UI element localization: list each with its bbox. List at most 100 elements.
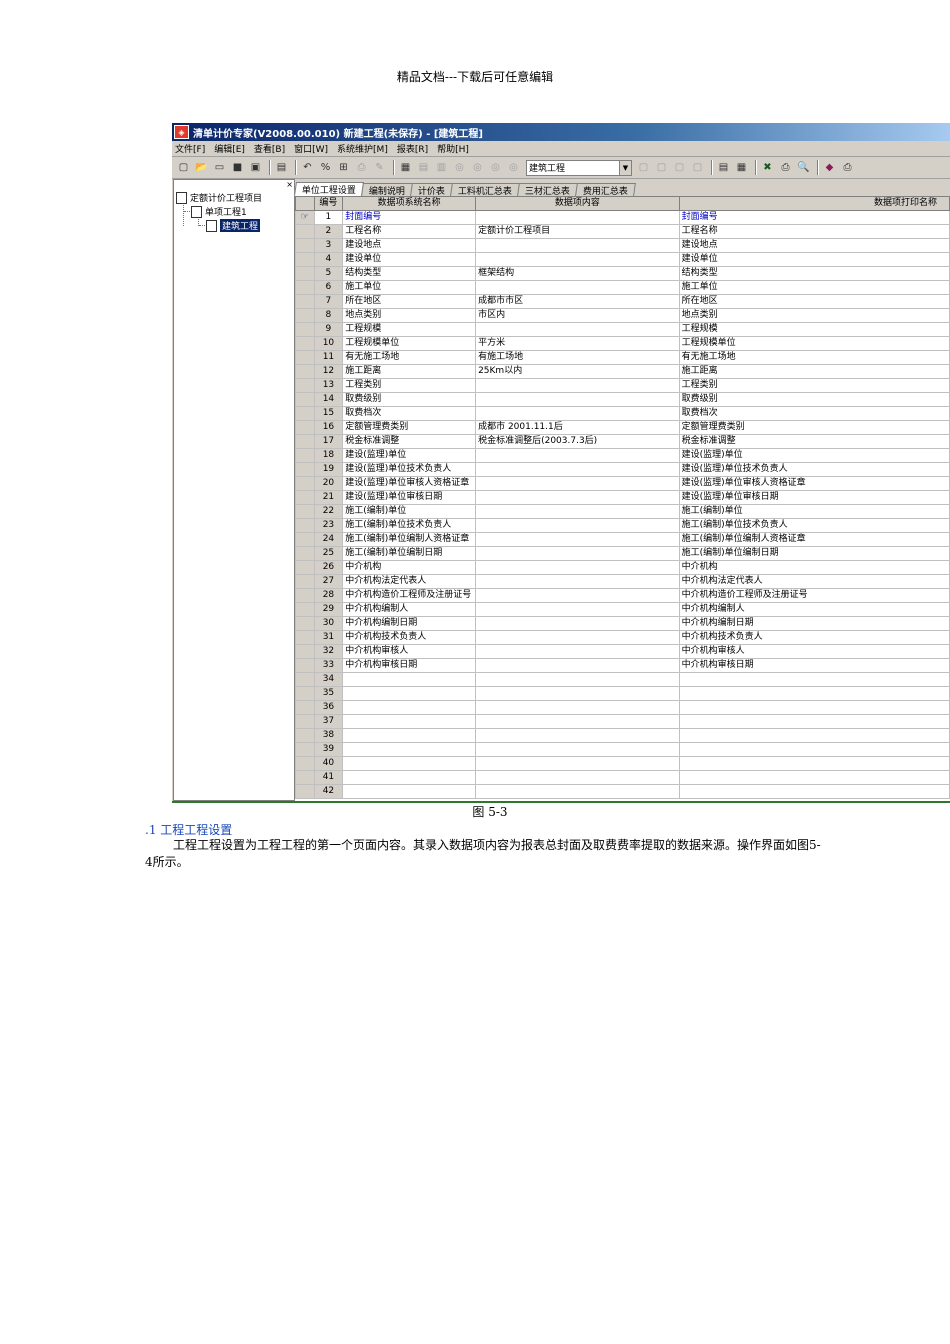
menu-file[interactable]: 文件[F]	[175, 142, 205, 155]
tab-three-materials-summary[interactable]: 三材汇总表	[517, 183, 578, 197]
table-row[interactable]: 30 中介机构编制日期 中介机构编制日期	[295, 616, 950, 631]
content-cell[interactable]	[475, 532, 680, 547]
table-row[interactable]: 40	[295, 756, 950, 771]
table-row[interactable]: 11 有无施工场地 有施工场地 有无施工场地	[295, 350, 950, 365]
chevron-down-icon[interactable]: ▼	[619, 160, 631, 175]
table-row[interactable]: 38	[295, 728, 950, 743]
content-cell[interactable]: 25Km以内	[475, 364, 680, 379]
excel-icon[interactable]: ✖	[760, 160, 775, 175]
content-cell[interactable]	[475, 616, 680, 631]
menu-edit[interactable]: 编辑[E]	[214, 142, 245, 155]
circle-icon-2[interactable]: ◎	[470, 160, 485, 175]
table-row[interactable]: 15 取费档次 取费档次	[295, 406, 950, 421]
table-row[interactable]: 31 中介机构技术负责人 中介机构技术负责人	[295, 630, 950, 645]
table-row[interactable]: 27 中介机构法定代表人 中介机构法定代表人	[295, 574, 950, 589]
tab-cost-summary[interactable]: 费用汇总表	[575, 183, 637, 197]
table-row[interactable]: 35	[295, 686, 950, 701]
percent-icon[interactable]: %	[318, 160, 333, 175]
table-row[interactable]: 33 中介机构审核日期 中介机构审核日期	[295, 658, 950, 673]
table-row[interactable]: 22 施工(编制)单位 施工(编制)单位	[295, 504, 950, 519]
tab-compile-notes[interactable]: 编制说明	[361, 183, 413, 197]
table-row[interactable]: 8 地点类别 市区内 地点类别	[295, 308, 950, 323]
print-icon[interactable]: ⎙	[778, 160, 793, 175]
table-row[interactable]: 7 所在地区 成都市市区 所在地区	[295, 294, 950, 309]
tree-node-child[interactable]: 单项工程1	[191, 205, 247, 218]
grid-header-print-name[interactable]: 数据项打印名称	[678, 196, 950, 211]
content-cell[interactable]	[475, 518, 680, 533]
table-row[interactable]: 12 施工距离 25Km以内 施工距离	[295, 364, 950, 379]
content-cell[interactable]	[475, 322, 680, 337]
table-icon-2[interactable]: ▥	[434, 160, 449, 175]
content-cell[interactable]	[475, 378, 680, 393]
content-cell[interactable]: 税金标准调整后(2003.7.3后)	[475, 434, 680, 449]
table-row[interactable]: 16 定额管理费类别 成都市 2001.11.1后 定额管理费类别	[295, 420, 950, 435]
content-cell[interactable]	[475, 602, 680, 617]
export-icon[interactable]: ▣	[248, 160, 263, 175]
box-icon[interactable]: ▢	[636, 160, 651, 175]
book-icon[interactable]: ◆	[822, 160, 837, 175]
content-cell[interactable]: 成都市 2001.11.1后	[475, 420, 680, 435]
table-row[interactable]: 32 中介机构审核人 中介机构审核人	[295, 644, 950, 659]
content-cell[interactable]	[475, 546, 680, 561]
content-cell[interactable]	[475, 406, 680, 421]
table-row[interactable]: 24 施工(编制)单位编制人资格证章 施工(编制)单位编制人资格证章	[295, 532, 950, 547]
save-icon[interactable]: ■	[230, 160, 245, 175]
content-cell[interactable]	[475, 686, 680, 701]
content-cell[interactable]: 框架结构	[475, 266, 680, 281]
content-cell[interactable]	[475, 728, 680, 743]
content-cell[interactable]	[475, 280, 680, 295]
table-row[interactable]: 9 工程规模 工程规模	[295, 322, 950, 337]
content-cell[interactable]	[475, 504, 680, 519]
close-icon[interactable]: ×	[286, 180, 293, 189]
table-row[interactable]: 3 建设地点 建设地点	[295, 238, 950, 253]
tree-icon[interactable]: ⊞	[336, 160, 351, 175]
tab-unit-settings[interactable]: 单位工程设置	[294, 182, 364, 196]
content-cell[interactable]: 市区内	[475, 308, 680, 323]
printer-icon[interactable]: ⎙	[840, 160, 855, 175]
table-row[interactable]: 25 施工(编制)单位编制日期 施工(编制)单位编制日期	[295, 546, 950, 561]
content-cell[interactable]	[475, 770, 680, 785]
content-cell[interactable]	[475, 658, 680, 673]
table-row[interactable]: 17 税金标准调整 税金标准调整后(2003.7.3后) 税金标准调整	[295, 434, 950, 449]
content-cell[interactable]	[475, 448, 680, 463]
grid-header-content[interactable]: 数据项内容	[475, 196, 680, 211]
circle-icon[interactable]: ◎	[452, 160, 467, 175]
table-row[interactable]: 18 建设(监理)单位 建设(监理)单位	[295, 448, 950, 463]
folder-icon[interactable]: ▭	[212, 160, 227, 175]
table-row[interactable]: 37	[295, 714, 950, 729]
table-row[interactable]: 2 工程名称 定额计价工程项目 工程名称	[295, 224, 950, 239]
open-folder-icon[interactable]: 📂	[194, 160, 209, 175]
content-cell[interactable]	[475, 742, 680, 757]
calc-icon[interactable]: ▤	[716, 160, 731, 175]
content-cell[interactable]: 有施工场地	[475, 350, 680, 365]
content-cell[interactable]	[475, 784, 680, 799]
menu-help[interactable]: 帮助[H]	[437, 142, 469, 155]
table-row[interactable]: 20 建设(监理)单位审核人资格证章 建设(监理)单位审核人资格证章	[295, 476, 950, 491]
tab-labor-material-summary[interactable]: 工料机汇总表	[450, 183, 520, 197]
content-cell[interactable]	[475, 560, 680, 575]
content-cell[interactable]: 定额计价工程项目	[475, 224, 680, 239]
grid-icon[interactable]: ▦	[398, 160, 413, 175]
table-icon[interactable]: ▤	[416, 160, 431, 175]
grid-header-system-name[interactable]: 数据项系统名称	[342, 196, 477, 211]
content-cell[interactable]	[475, 252, 680, 267]
table-row[interactable]: 29 中介机构编制人 中介机构编制人	[295, 602, 950, 617]
content-cell[interactable]	[475, 490, 680, 505]
content-cell[interactable]	[475, 462, 680, 477]
table-row[interactable]: 21 建设(监理)单位审核日期 建设(监理)单位审核日期	[295, 490, 950, 505]
table-row[interactable]: 14 取费级别 取费级别	[295, 392, 950, 407]
content-cell[interactable]: 平方米	[475, 336, 680, 351]
project-dropdown[interactable]: 建筑工程 ▼	[526, 159, 632, 176]
content-cell[interactable]	[475, 644, 680, 659]
table-row[interactable]: 19 建设(监理)单位技术负责人 建设(监理)单位技术负责人	[295, 462, 950, 477]
table-row[interactable]: 23 施工(编制)单位技术负责人 施工(编制)单位技术负责人	[295, 518, 950, 533]
content-cell[interactable]	[475, 630, 680, 645]
table-row[interactable]: ☞ 1 封面编号 封面编号	[295, 210, 950, 225]
menu-view[interactable]: 查看[B]	[254, 142, 285, 155]
table-row[interactable]: 4 建设单位 建设单位	[295, 252, 950, 267]
content-cell[interactable]	[475, 756, 680, 771]
content-cell[interactable]	[475, 210, 680, 225]
table-row[interactable]: 5 结构类型 框架结构 结构类型	[295, 266, 950, 281]
table-row[interactable]: 36	[295, 700, 950, 715]
tree-node-leaf[interactable]: 建筑工程	[206, 219, 261, 232]
